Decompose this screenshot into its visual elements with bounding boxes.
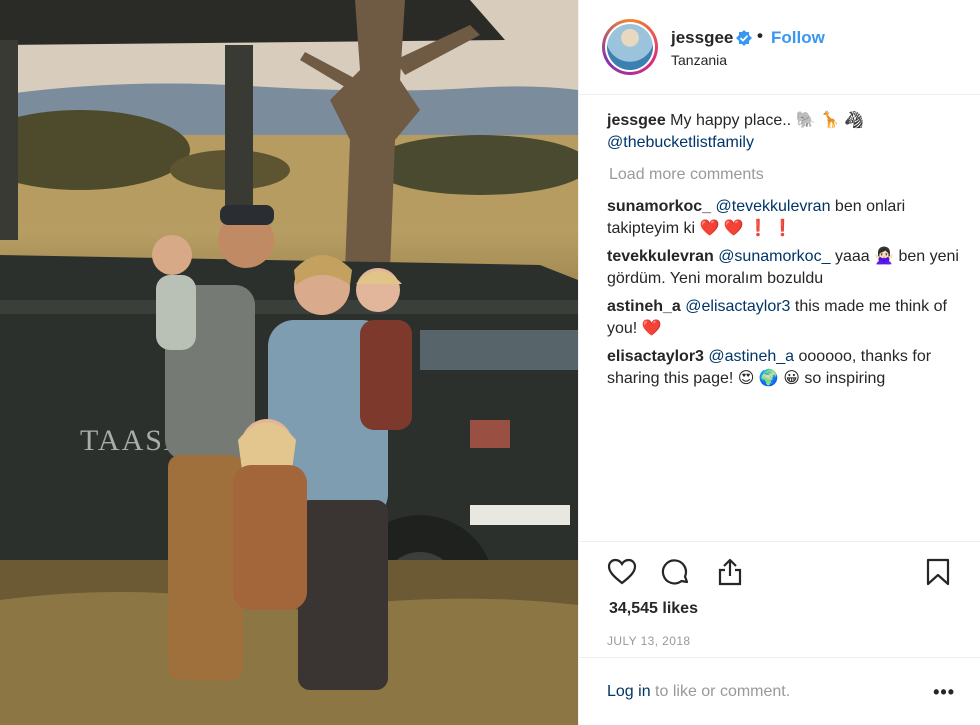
comment-mention[interactable]: @elisactaylor3 bbox=[685, 298, 790, 315]
post-actions-bar bbox=[579, 541, 980, 601]
login-link[interactable]: Log in bbox=[607, 683, 651, 700]
comment-username[interactable]: astineh_a bbox=[607, 298, 681, 315]
likes-count[interactable]: 34,545 likes bbox=[609, 600, 698, 618]
caption-username[interactable]: jessgee bbox=[607, 112, 666, 129]
comment-mention[interactable]: @astineh_a bbox=[708, 348, 794, 365]
author-username[interactable]: jessgee bbox=[671, 28, 733, 48]
comment-item: elisactaylor3 @astineh_a oooooo, thanks … bbox=[607, 346, 959, 390]
post-header: jessgee • Follow Tanzania bbox=[579, 0, 980, 95]
load-more-comments-button[interactable]: Load more comments bbox=[609, 164, 959, 186]
speech-bubble-icon[interactable] bbox=[661, 557, 691, 587]
login-prompt-rest: to like or comment. bbox=[650, 683, 791, 700]
post-location[interactable]: Tanzania bbox=[671, 52, 727, 68]
avatar[interactable] bbox=[602, 19, 658, 75]
caption-mention[interactable]: @thebucketlistfamily bbox=[607, 134, 754, 151]
comment-mention[interactable]: @sunamorkoc_ bbox=[718, 248, 830, 265]
comment-item: astineh_a @elisactaylor3 this made me th… bbox=[607, 296, 959, 340]
bookmark-icon[interactable] bbox=[923, 557, 953, 587]
caption: jessgee My happy place.. 🐘 🦒 🦓 @thebucke… bbox=[607, 110, 959, 154]
safari-family-photo: TAASA bbox=[0, 0, 578, 725]
comments-list: jessgee My happy place.. 🐘 🦒 🦓 @thebucke… bbox=[607, 110, 959, 396]
comment-username[interactable]: elisactaylor3 bbox=[607, 348, 704, 365]
post-photo[interactable]: TAASA bbox=[0, 0, 578, 725]
comment-username[interactable]: sunamorkoc_ bbox=[607, 198, 711, 215]
verified-badge-icon bbox=[736, 30, 752, 46]
comment-item: sunamorkoc_ @tevekkulevran ben onlari ta… bbox=[607, 196, 959, 240]
comment-username[interactable]: tevekkulevran bbox=[607, 248, 714, 265]
separator-dot: • bbox=[757, 26, 763, 45]
avatar-image bbox=[607, 24, 653, 70]
post-date[interactable]: JULY 13, 2018 bbox=[607, 634, 690, 648]
share-upload-icon[interactable] bbox=[715, 557, 745, 587]
caption-text: My happy place.. 🐘 🦒 🦓 bbox=[670, 112, 865, 129]
login-prompt: Log in to like or comment. bbox=[607, 683, 790, 701]
comment-mention[interactable]: @tevekkulevran bbox=[716, 198, 831, 215]
add-comment-section: Log in to like or comment. ••• bbox=[579, 657, 980, 725]
post-sidebar: jessgee • Follow Tanzania jessgee My hap… bbox=[578, 0, 980, 725]
heart-outline-icon[interactable] bbox=[607, 557, 637, 587]
comment-item: tevekkulevran @sunamorkoc_ yaaa 🙅🏻‍♀️ be… bbox=[607, 246, 959, 290]
follow-button[interactable]: Follow bbox=[771, 28, 825, 48]
more-options-icon[interactable]: ••• bbox=[933, 682, 955, 703]
